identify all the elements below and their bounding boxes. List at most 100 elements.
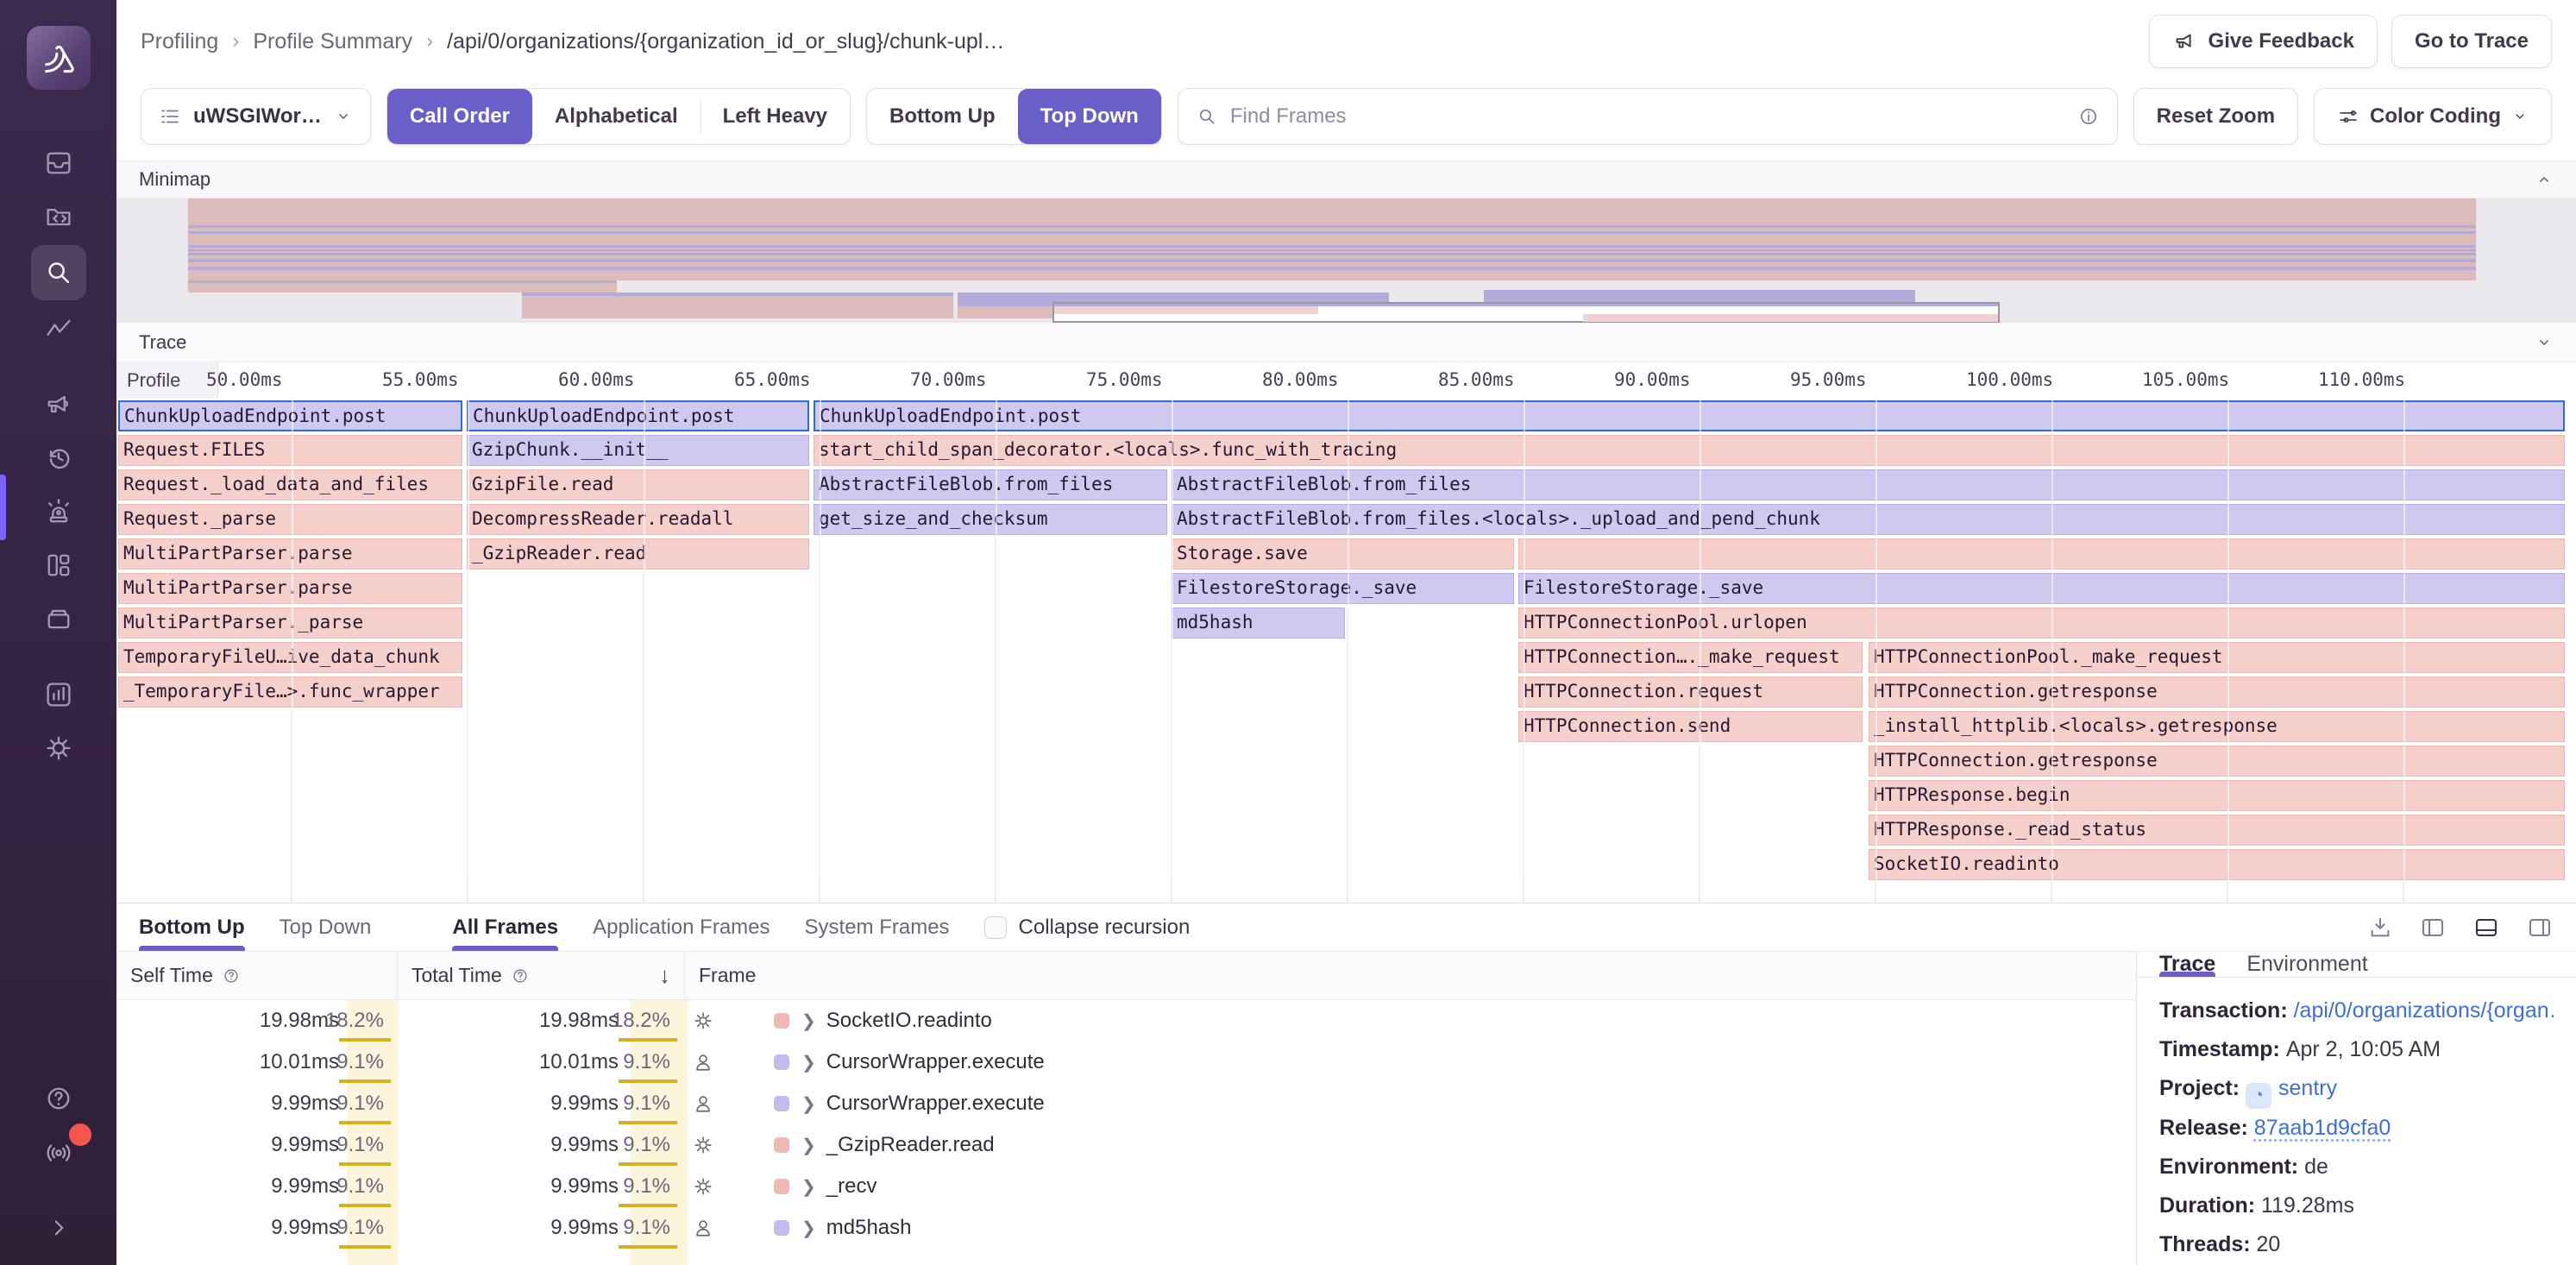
flamegraph[interactable]: ChunkUploadEndpoint.postChunkUploadEndpo… [116,399,2576,903]
flame-frame[interactable]: AbstractFileBlob.from_files [1172,469,2565,500]
sidebar-item-feedback[interactable] [31,380,86,430]
minimap-viewport[interactable] [1052,302,2000,323]
layout-left-icon[interactable] [2419,914,2447,941]
flame-frame[interactable]: MultiPartParser.parse [118,573,462,604]
flame-frame[interactable]: _GzipReader.read [467,538,809,570]
details-field-value[interactable]: /api/0/organizations/{organ… [2294,998,2554,1023]
flame-frame[interactable]: ChunkUploadEndpoint.post [467,400,809,431]
minimap-chart[interactable] [116,198,2576,323]
sorting-option-alphabetical[interactable]: Alphabetical [532,89,701,144]
table-row[interactable]: 9.99ms9.1%9.99ms9.1%❯md5hash [116,1207,2136,1249]
flame-frame[interactable] [1518,538,2565,570]
give-feedback-button[interactable]: Give Feedback [2149,15,2378,68]
flame-frame[interactable]: FilestoreStorage._save [1172,573,1514,604]
flame-frame[interactable]: HTTPResponse.begin [1869,780,2565,811]
breadcrumb-item[interactable]: Profile Summary [253,29,412,54]
tab-top-down[interactable]: Top Down [280,903,372,951]
flame-frame[interactable]: HTTPResponse._read_status [1869,815,2565,846]
sidebar-item-alerts[interactable] [31,487,86,537]
flame-frame[interactable]: TemporaryFileU…ive_data_chunk [118,642,462,673]
flame-frame[interactable]: Request._load_data_and_files [118,469,462,500]
expand-chevron-icon[interactable]: ❯ [801,1176,816,1198]
flame-frame[interactable]: MultiPartParser.parse [118,538,462,570]
flame-frame[interactable]: GzipFile.read [467,469,809,500]
expand-chevron-icon[interactable]: ❯ [801,1135,816,1156]
table-row[interactable]: 19.98ms18.2%19.98ms18.2%❯SocketIO.readin… [116,1000,2136,1042]
flame-frame[interactable]: DecompressReader.readall [467,504,809,535]
table-row[interactable]: 10.01ms9.1%10.01ms9.1%❯CursorWrapper.exe… [116,1042,2136,1083]
direction-option-bottom-up[interactable]: Bottom Up [867,89,1018,144]
collapse-recursion-checkbox[interactable] [984,916,1007,939]
expand-chevron-icon[interactable]: ❯ [801,1052,816,1073]
sidebar-item-explore[interactable] [31,192,86,242]
direction-option-top-down[interactable]: Top Down [1018,89,1161,144]
flame-frame[interactable]: FilestoreStorage._save [1518,573,2565,604]
tab-bottom-up[interactable]: Bottom Up [139,903,245,951]
flame-frame[interactable]: HTTPConnection.getresponse [1869,746,2565,777]
expand-chevron-icon[interactable]: ❯ [801,1218,816,1239]
download-icon[interactable] [2367,915,2393,941]
reset-zoom-button[interactable]: Reset Zoom [2133,88,2298,145]
column-header-total-time[interactable]: Total Time ↓ [398,952,685,999]
frame-name[interactable]: ❯md5hash [801,1216,912,1240]
flame-frame[interactable]: HTTPConnection.getresponse [1869,677,2565,708]
flame-frame[interactable]: ChunkUploadEndpoint.post [118,400,462,431]
flame-frame[interactable]: GzipChunk.__init__ [467,435,809,466]
flame-frame[interactable]: md5hash [1172,607,1345,639]
expand-chevron-icon[interactable]: ❯ [801,1010,816,1032]
frame-name[interactable]: ❯_GzipReader.read [801,1133,995,1157]
sidebar-item-help[interactable] [31,1073,86,1123]
expand-chevron-icon[interactable]: ❯ [801,1093,816,1115]
color-coding-dropdown[interactable]: Color Coding [2314,88,2552,145]
details-field-value[interactable]: 87aab1d9cfa0 [2254,1116,2391,1140]
sidebar-item-dashboards[interactable] [31,540,86,590]
column-header-frame[interactable]: Frame [685,952,2136,999]
column-header-self-time[interactable]: Self Time [116,952,398,999]
flame-frame[interactable]: start_child_span_decorator.<locals>.func… [814,435,2565,466]
breadcrumb-item[interactable]: Profiling [141,29,218,54]
sidebar-item-settings[interactable] [31,723,86,773]
flame-frame[interactable]: Request.FILES [118,435,462,466]
info-icon[interactable] [2077,105,2100,128]
details-field-value[interactable]: sentry [2278,1076,2337,1100]
frame-name[interactable]: ❯_recv [801,1174,876,1199]
flame-frame[interactable]: HTTPConnectionPool.urlopen [1518,607,2565,639]
go-to-trace-button[interactable]: Go to Trace [2391,15,2552,68]
flame-frame[interactable]: HTTPConnection…._make_request [1518,642,1863,673]
flame-frame[interactable]: SocketIO.readinto [1869,849,2565,880]
frame-name[interactable]: ❯CursorWrapper.execute [801,1050,1045,1074]
collapse-recursion-toggle[interactable]: Collapse recursion [984,916,1191,940]
flame-frame[interactable]: MultiPartParser._parse [118,607,462,639]
sidebar-item-stats[interactable] [31,670,86,720]
flame-frame[interactable]: AbstractFileBlob.from_files.<locals>._up… [1172,504,2565,535]
flame-frame[interactable]: AbstractFileBlob.from_files [814,469,1167,500]
frame-name[interactable]: ❯CursorWrapper.execute [801,1092,1045,1116]
details-tab-environment[interactable]: Environment [2246,952,2367,977]
layout-right-icon[interactable] [2526,914,2554,941]
flame-frame[interactable]: Request._parse [118,504,462,535]
chevron-down-icon[interactable] [2535,333,2554,352]
sidebar-item-replays[interactable] [31,433,86,483]
details-tab-trace[interactable]: Trace [2159,952,2215,977]
flame-frame[interactable]: HTTPConnection.request [1518,677,1863,708]
sidebar-item-issues[interactable] [31,138,86,188]
table-row[interactable]: 9.99ms9.1%9.99ms9.1%❯_recv [116,1166,2136,1207]
sidebar-item-broadcasts[interactable] [31,1127,86,1177]
flame-frame[interactable]: Storage.save [1172,538,1514,570]
flame-frame[interactable]: HTTPConnection.send [1518,711,1863,742]
sorting-option-call-order[interactable]: Call Order [387,89,532,144]
tab-application-frames[interactable]: Application Frames [593,903,770,951]
sentry-logo-icon[interactable] [27,26,91,90]
flame-frame[interactable]: _TemporaryFile…>.func_wrapper [118,677,462,708]
table-row[interactable]: 9.99ms9.1%9.99ms9.1%❯_GzipReader.read [116,1124,2136,1166]
tab-system-frames[interactable]: System Frames [805,903,950,951]
flame-frame[interactable]: get_size_and_checksum [814,504,1167,535]
flame-frame[interactable]: ChunkUploadEndpoint.post [814,400,2565,431]
find-frames-input[interactable] [1230,104,2065,129]
tab-all-frames[interactable]: All Frames [452,903,558,951]
sidebar-collapse-toggle[interactable] [31,1203,86,1253]
table-row[interactable]: 9.99ms9.1%9.99ms9.1%❯CursorWrapper.execu… [116,1083,2136,1124]
sidebar-item-profiling[interactable] [31,245,86,300]
layout-bottom-icon[interactable] [2472,914,2500,941]
chevron-up-icon[interactable] [2535,170,2554,189]
